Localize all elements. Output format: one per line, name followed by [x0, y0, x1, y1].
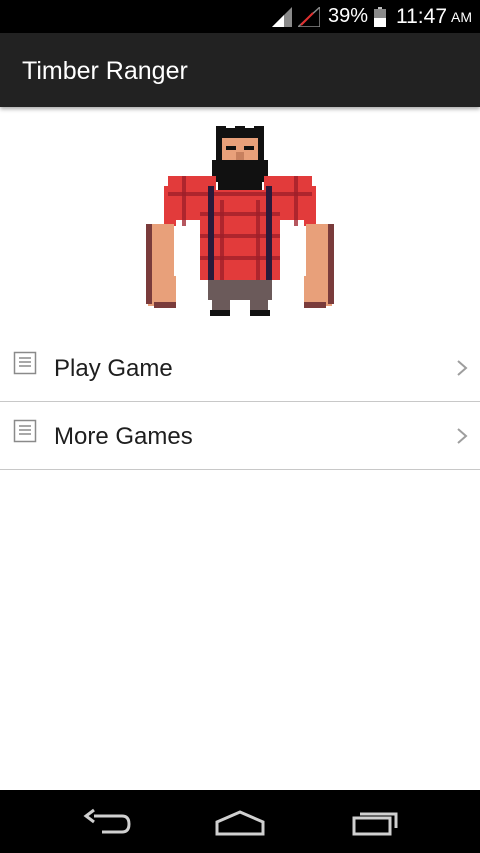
battery-icon [374, 6, 386, 27]
document-icon [13, 351, 37, 380]
menu-list: Play Game More Games [0, 334, 480, 470]
app-title: Timber Ranger [22, 57, 188, 85]
document-icon [13, 419, 37, 448]
navigation-bar [0, 790, 480, 853]
menu-item-more-games[interactable]: More Games [0, 402, 480, 470]
lumberjack-hero-image [140, 126, 340, 323]
lumberjack-icon [146, 126, 334, 316]
clock-ampm: AM [451, 8, 472, 25]
action-bar: Timber Ranger [0, 33, 480, 107]
battery-percent: 39% [327, 5, 368, 27]
recents-icon[interactable] [350, 808, 400, 843]
home-icon[interactable] [214, 808, 266, 843]
chevron-right-icon [456, 427, 468, 450]
signal-icon [271, 6, 292, 27]
back-icon[interactable] [82, 808, 132, 843]
no-sim-icon [297, 6, 320, 27]
clock: 11:47 [396, 4, 447, 28]
menu-item-label: More Games [54, 423, 193, 450]
menu-item-label: Play Game [54, 355, 173, 382]
status-bar: 39% 11:47 AM [0, 0, 480, 33]
menu-item-play-game[interactable]: Play Game [0, 334, 480, 402]
chevron-right-icon [456, 359, 468, 382]
